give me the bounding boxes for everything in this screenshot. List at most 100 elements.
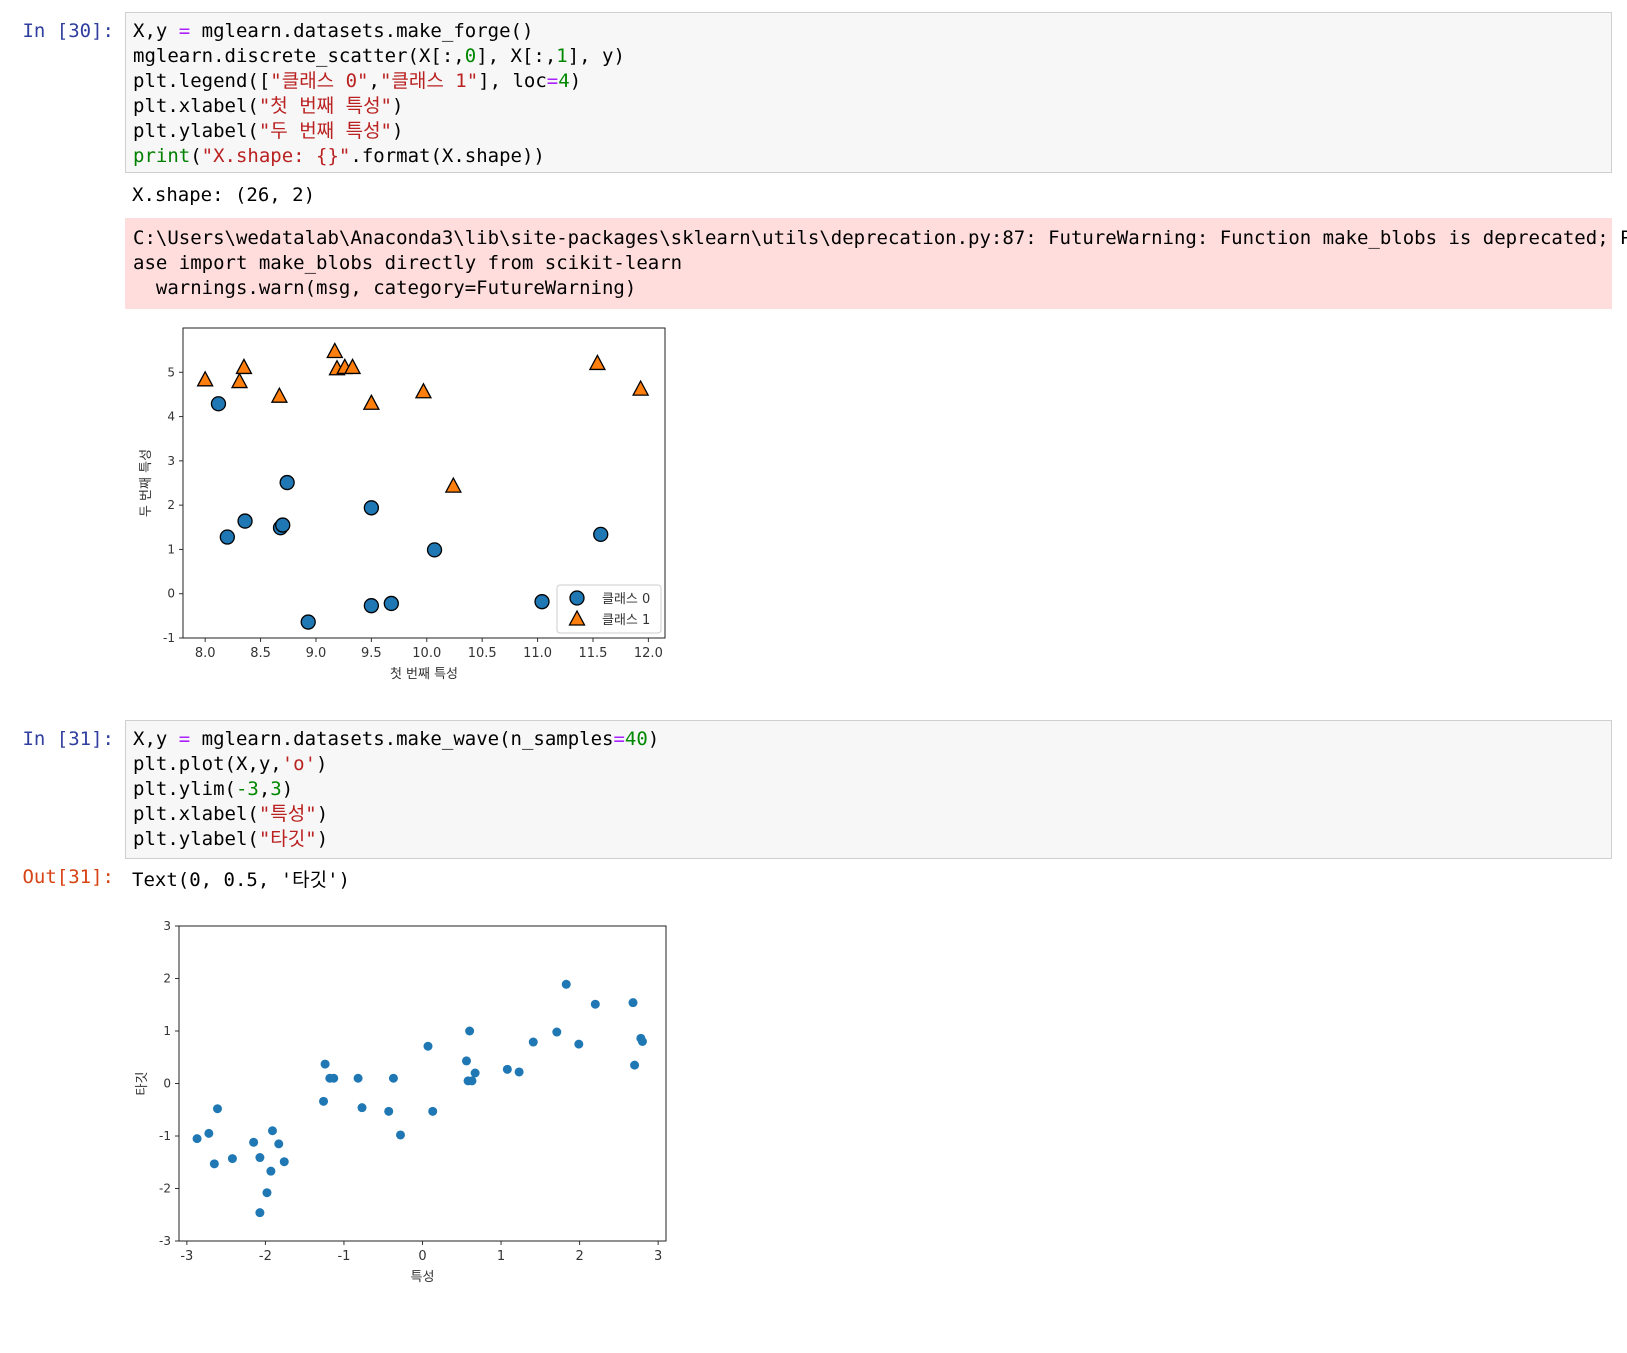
data-point — [628, 998, 638, 1008]
code-token: print — [133, 145, 191, 167]
code-token: ) — [316, 803, 329, 825]
code-line: X,y = mglearn.datasets.make_forge() — [133, 19, 1604, 44]
code-line: plt.ylim(-3,3) — [133, 777, 1604, 802]
code-line: plt.plot(X,y,'o') — [133, 752, 1604, 777]
class0-point — [275, 517, 291, 533]
x-tick-label: 11.5 — [579, 646, 608, 661]
forge-scatter-chart: 8.0 8.5 9.0 9.5 10.0 10.5 11.0 11.5 12.0 -1 0 1 2 3 4 5… — [139, 327, 666, 682]
data-point — [467, 1076, 477, 1086]
data-point — [528, 1037, 538, 1047]
code-token: "첫 번째 특성" — [258, 95, 392, 117]
code-token: plt.legend([ — [133, 70, 271, 92]
data-point — [227, 1154, 237, 1164]
code-line: plt.legend(["클래스 0","클래스 1"], loc=4) — [133, 69, 1604, 94]
class1-point — [588, 354, 606, 371]
data-point — [192, 1134, 202, 1144]
code-line: plt.ylabel("타깃") — [133, 827, 1604, 852]
stderr-output: C:\Users\wedatalab\Anaconda3\lib\site-pa… — [125, 218, 1627, 309]
code-token: 'o' — [281, 753, 317, 775]
code-token: plt.ylim( — [133, 778, 236, 800]
data-point — [274, 1139, 284, 1149]
x-tick-label: 9.0 — [306, 646, 327, 661]
code-token: ], X[:, — [476, 45, 557, 67]
class1-point — [230, 372, 249, 389]
data-point — [267, 1126, 277, 1136]
code-cell[interactable]: X,y = mglearn.datasets.make_wave(n_sampl… — [125, 720, 1612, 859]
data-point — [262, 1188, 272, 1198]
data-point — [590, 999, 600, 1009]
x-tick-label: 8.5 — [250, 646, 271, 661]
code-token: mglearn.datasets.make_forge() — [190, 20, 534, 42]
data-point — [396, 1130, 406, 1140]
stdout-text: X.shape: (26, 2) — [132, 184, 316, 206]
data-point — [212, 1104, 222, 1114]
x-tick-label: 0 — [418, 1249, 426, 1264]
class0-point — [300, 614, 316, 630]
code-line: print("X.shape: {}".format(X.shape)) — [133, 144, 1604, 169]
data-point — [574, 1039, 584, 1049]
class0-point — [279, 474, 295, 491]
code-token: 3 — [270, 778, 282, 800]
y-tick-label: 4 — [167, 410, 175, 424]
data-point — [329, 1073, 339, 1083]
code-token: ) — [392, 120, 404, 142]
data-point — [561, 979, 571, 989]
code-cell[interactable]: X,y = mglearn.datasets.make_forge() mglea… — [125, 12, 1612, 173]
data-point — [388, 1073, 398, 1083]
data-point — [514, 1067, 524, 1077]
code-token: ) — [647, 728, 660, 750]
code-token: = — [613, 728, 625, 750]
class0-point — [534, 594, 550, 610]
x-tick-label: 9.5 — [361, 646, 382, 661]
x-tick-label: 8.0 — [195, 646, 216, 661]
data-point — [461, 1056, 471, 1066]
class0-point — [363, 500, 380, 516]
x-tick-label: 1 — [497, 1249, 505, 1264]
code-token: 0 — [464, 45, 477, 67]
data-point — [502, 1064, 512, 1074]
x-tick-label: 3 — [654, 1249, 662, 1264]
class0-point — [383, 595, 399, 612]
code-token: ( — [190, 145, 202, 167]
code-token: = — [178, 728, 191, 750]
code-line: mglearn.discrete_scatter(X[:,0], X[:,1],… — [133, 44, 1604, 69]
code-token: "특성" — [258, 803, 317, 825]
data-point — [255, 1153, 265, 1163]
x-tick-label: -3 — [180, 1249, 193, 1264]
stderr-line: C:\Users\wedatalab\Anaconda3\lib\site-pa… — [133, 227, 1627, 249]
code-token: "두 번째 특성" — [258, 120, 392, 142]
code-token: 1 — [556, 45, 568, 67]
data-point — [384, 1106, 394, 1116]
code-token: , — [258, 778, 271, 800]
x-tick-label: -2 — [259, 1249, 272, 1264]
y-tick-label: 3 — [163, 919, 171, 933]
code-token: ) — [316, 828, 329, 850]
data-point — [204, 1128, 214, 1138]
code-token: mglearn.discrete_scatter(X[:, — [133, 45, 465, 67]
y-tick-label: -1 — [163, 631, 175, 645]
code-token: plt.plot(X,y, — [133, 753, 282, 775]
code-token: ) — [569, 70, 582, 92]
data-point — [465, 1026, 475, 1036]
data-point — [470, 1068, 480, 1078]
wave-scatter-chart: -3 -2 -1 0 1 2 3 -3 -2 -1 0 1 2 3 특성 타깃 — [135, 919, 667, 1285]
data-point — [266, 1166, 276, 1176]
data-point — [637, 1037, 647, 1046]
y-tick-label: 5 — [167, 365, 175, 379]
y-tick-label: 0 — [163, 1077, 171, 1091]
class1-point — [196, 370, 214, 387]
data-point — [320, 1059, 330, 1069]
data-point — [279, 1157, 289, 1167]
output-text: Text(0, 0.5, '타깃') — [132, 869, 350, 891]
input-prompt: In [31]: — [22, 728, 114, 750]
code-token: "클래스 0" — [270, 70, 369, 92]
code-token: plt.xlabel( — [133, 95, 259, 117]
x-axis-label: 특성 — [411, 1270, 435, 1285]
x-tick-label: 11.0 — [523, 646, 552, 661]
y-tick-label: -2 — [159, 1182, 171, 1196]
code-token: plt.ylabel( — [133, 120, 259, 142]
y-tick-label: 2 — [167, 498, 175, 512]
y-tick-label: -1 — [159, 1129, 171, 1143]
y-axis-label: 두 번째 특성 — [139, 449, 154, 517]
data-point — [357, 1103, 367, 1113]
